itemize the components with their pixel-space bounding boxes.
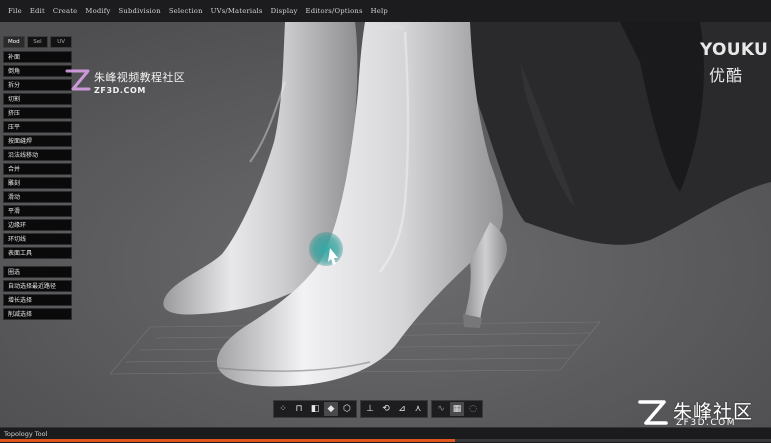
menu-uvs-materials[interactable]: UVs/Materials xyxy=(207,7,267,15)
menu-help[interactable]: Help xyxy=(367,7,392,15)
tool-button[interactable]: 补面 xyxy=(3,51,72,63)
tool-button[interactable]: 自动选择最近路径 xyxy=(3,280,72,292)
menu-file[interactable]: File xyxy=(4,7,26,15)
tab-mod[interactable]: Mod xyxy=(3,36,25,48)
transform-tool-group: ⊥ ⟲ ⊿ ⋏ xyxy=(360,400,428,418)
watermark-title: 朱峰视频教程社区 xyxy=(94,71,186,84)
zf-logo-url: ZF3D.COM xyxy=(676,418,736,428)
tool-button[interactable]: 雕刻 xyxy=(3,177,72,189)
app-window: File Edit Create Modify Subdivision Sele… xyxy=(0,0,771,443)
tool-button[interactable]: 滑动 xyxy=(3,191,72,203)
grid-icon[interactable]: ▦ xyxy=(450,402,464,416)
panel-tabs: Mod Sel UV xyxy=(3,36,73,48)
viewport-label: Perspective xyxy=(372,25,404,31)
tool-button[interactable]: 按面缝焊 xyxy=(3,135,72,147)
modeling-panel: Mod Sel UV 补面 倒角 拆分 切割 挤压 压平 按面缝焊 沿法线移动 … xyxy=(3,36,73,322)
tool-button[interactable]: 拆分 xyxy=(3,79,72,91)
tool-button[interactable]: 平滑 xyxy=(3,205,72,217)
tool-button[interactable]: 压平 xyxy=(3,121,72,133)
tool-button[interactable]: 沿法线移动 xyxy=(3,149,72,161)
select-face-icon[interactable]: ◧ xyxy=(308,402,322,416)
tab-uv[interactable]: UV xyxy=(50,36,73,48)
youku-logo: YOUKU xyxy=(700,40,769,60)
select-edge-icon[interactable]: ⊓ xyxy=(292,402,306,416)
menu-editors-options[interactable]: Editors/Options xyxy=(302,7,367,15)
status-text: Topology Tool xyxy=(4,430,48,438)
tool-button[interactable]: 挤压 xyxy=(3,107,72,119)
tool-button[interactable]: 削减选择 xyxy=(3,308,72,320)
tool-button[interactable]: 增长选择 xyxy=(3,294,72,306)
menu-subdivision[interactable]: Subdivision xyxy=(115,7,165,15)
curve-icon[interactable]: ∿ xyxy=(434,402,448,416)
menu-create[interactable]: Create xyxy=(49,7,81,15)
zf-logo-icon xyxy=(638,400,668,425)
menu-edit[interactable]: Edit xyxy=(26,7,49,15)
tool-button[interactable]: 表面工具 xyxy=(3,247,72,259)
tool-button[interactable]: 圈选 xyxy=(3,266,72,278)
tool-button[interactable]: 边缘环 xyxy=(3,219,72,231)
menu-modify[interactable]: Modify xyxy=(81,7,114,15)
selection-toolbar: ⁘ ⊓ ◧ ◆ ⬡ ⊥ ⟲ ⊿ ⋏ ∿ ▦ ◌ xyxy=(273,400,483,418)
watermark-url: ZF3D.COM xyxy=(94,86,146,95)
zf-watermark-icon xyxy=(65,69,91,91)
menu-selection[interactable]: Selection xyxy=(165,7,207,15)
tool-button[interactable]: 合并 xyxy=(3,163,72,175)
select-all-icon[interactable]: ⬡ xyxy=(340,402,354,416)
scale-tool-icon[interactable]: ⊿ xyxy=(395,402,409,416)
menu-bar: File Edit Create Modify Subdivision Sele… xyxy=(0,0,771,23)
tool-button[interactable]: 切割 xyxy=(3,93,72,105)
select-object-icon[interactable]: ◆ xyxy=(324,402,338,416)
wire-icon[interactable]: ◌ xyxy=(466,402,480,416)
display-toggle-group: ∿ ▦ ◌ xyxy=(431,400,483,418)
universal-tool-icon[interactable]: ⋏ xyxy=(411,402,425,416)
select-vertex-icon[interactable]: ⁘ xyxy=(276,402,290,416)
move-tool-icon[interactable]: ⊥ xyxy=(363,402,377,416)
rotate-tool-icon[interactable]: ⟲ xyxy=(379,402,393,416)
brush-cursor xyxy=(309,232,343,266)
tool-button[interactable]: 环切线 xyxy=(3,233,72,245)
youku-logo-cn: 优酷 xyxy=(709,66,744,85)
selection-mode-group: ⁘ ⊓ ◧ ◆ ⬡ xyxy=(273,400,357,418)
menu-display[interactable]: Display xyxy=(267,7,302,15)
tab-sel[interactable]: Sel xyxy=(26,36,49,48)
video-progress-fill xyxy=(0,439,455,442)
video-progress-track[interactable] xyxy=(0,439,771,442)
tool-button[interactable]: 倒角 xyxy=(3,65,72,77)
